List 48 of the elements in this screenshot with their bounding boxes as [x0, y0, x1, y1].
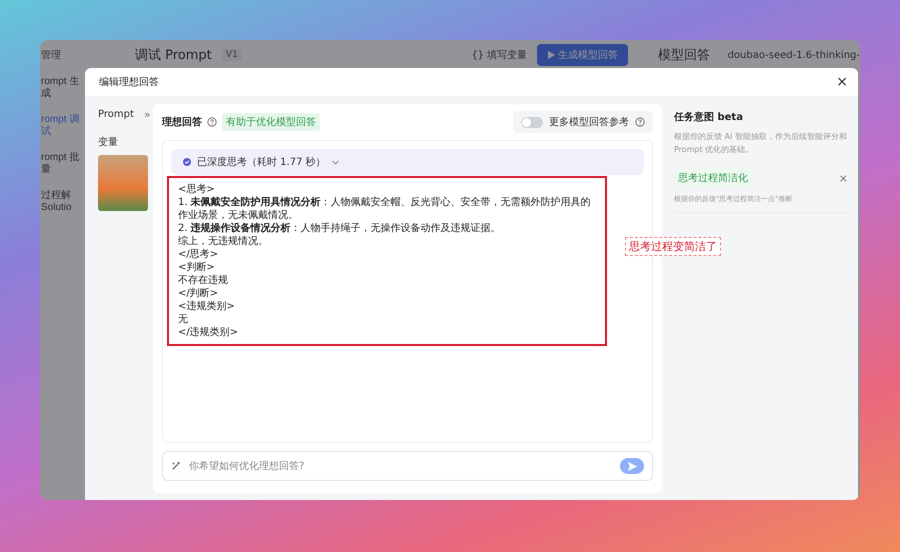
help-icon [207, 117, 217, 127]
generate-answer-button[interactable]: 生成模型回答 [536, 44, 628, 66]
toggle-switch[interactable] [521, 116, 543, 128]
send-button[interactable] [620, 458, 644, 474]
magic-wand-icon [171, 461, 181, 471]
toggle-control[interactable]: 更多模型回答参考 [513, 111, 653, 133]
answer-text-line: <违规类别> [178, 300, 236, 313]
annotation-label: 思考过程变简洁了 [625, 237, 721, 256]
prompt-label: Prompt [98, 109, 134, 120]
sidebar-item[interactable]: 过程解 Solutio [41, 190, 84, 214]
close-button[interactable]: × [834, 74, 850, 90]
answer-text-line: <判断> [178, 261, 216, 274]
photo-placeholder [98, 155, 148, 211]
fill-variables-button[interactable]: {} 填写变量 [472, 48, 527, 62]
sidebar-item[interactable]: 管理 [41, 50, 84, 62]
chevron-down-icon [332, 160, 339, 164]
version-badge: V1 [222, 49, 242, 61]
intent-title: 思考过程简洁化 [674, 168, 752, 188]
answer-text-line: <思考> [178, 183, 216, 196]
hint-tag: 有助于优化模型回答 [222, 113, 320, 131]
sidebar-item[interactable]: rompt 调试 [41, 114, 84, 138]
check-icon [183, 158, 191, 166]
answer-text-line: </判断> [178, 287, 220, 300]
panel-title: 任务意图 beta [674, 110, 744, 124]
help-icon [635, 117, 645, 127]
page-title: 调试 Prompt [135, 47, 212, 64]
answer-text-line: </思考> [178, 248, 220, 261]
expand-button[interactable]: » [144, 108, 151, 121]
section-title: 模型回答 [658, 47, 710, 64]
dialog-title: 编辑理想回答 [99, 76, 159, 89]
answer-text-line: </违规类别> [178, 326, 240, 339]
variables-label: 变量 [98, 136, 119, 149]
thinking-status-bar[interactable]: 已深度思考（耗时 1.77 秒） [171, 149, 644, 175]
answer-text-line: 无 [178, 313, 189, 326]
panel-title: 理想回答 [162, 116, 202, 129]
model-selector[interactable]: doubao-seed-1.6-thinking- [728, 50, 860, 60]
sidebar-item[interactable]: rompt 生成 [41, 76, 84, 100]
panel-description: 根据你的反馈 AI 智能抽取，作为后续智能评分和 Prompt 优化的基础。 [674, 131, 848, 156]
toggle-label: 更多模型回答参考 [549, 116, 629, 129]
remove-button[interactable]: × [838, 172, 848, 184]
answer-text-line: 1. 未佩戴安全防护用具情况分析：人物佩戴安全帽、反光背心、安全带，无需额外防护用具的作业场景，无未佩戴情况。 [178, 196, 592, 222]
sidebar-item[interactable]: rompt 批量 [41, 152, 84, 176]
answer-text-line: 不存在违规 [178, 274, 229, 287]
answer-text-line: 2. 违规操作设备情况分析：人物手持绳子，无操作设备动作及违规证据。 [178, 222, 502, 235]
play-icon [546, 51, 555, 59]
send-icon [626, 460, 638, 472]
thinking-status: 已深度思考（耗时 1.77 秒） [197, 156, 326, 169]
answer-text-line: 综上，无违规情况。 [178, 235, 269, 248]
